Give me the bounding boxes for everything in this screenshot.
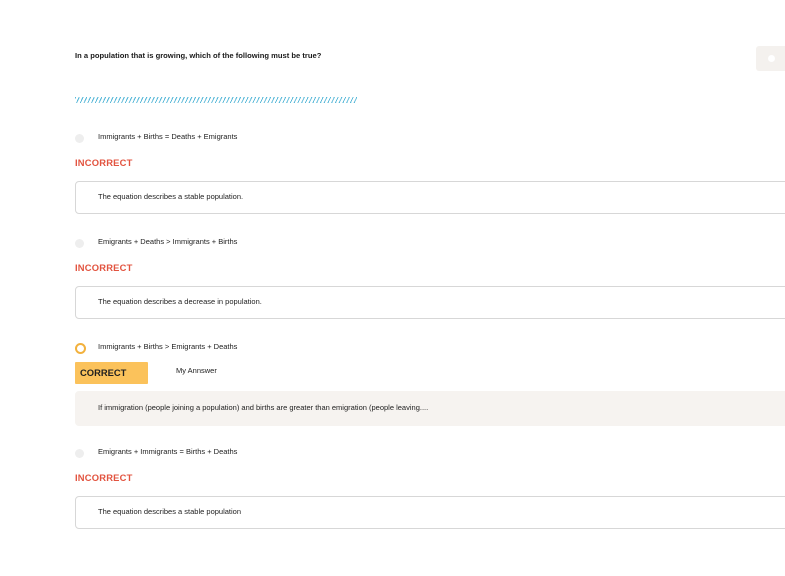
option-label: Immigrants + Births = Deaths + Emigrants	[98, 132, 238, 141]
feedback-box: The equation describes a stable populati…	[75, 496, 785, 529]
incorrect-status: INCORRECT	[75, 472, 133, 483]
feedback-box-correct: If immigration (people joining a populat…	[75, 391, 785, 426]
option-label: Emigrants + Immigrants = Births + Deaths	[98, 447, 238, 456]
incorrect-status: INCORRECT	[75, 157, 133, 168]
option-radio[interactable]	[75, 134, 84, 143]
decorative-stripe-divider	[75, 97, 357, 103]
toggle-dot-icon	[768, 55, 775, 62]
my-answer-tag: My Annswer	[176, 366, 217, 375]
correct-badge: CORRECT	[75, 362, 148, 384]
option-radio[interactable]	[75, 449, 84, 458]
feedback-box: The equation describes a stable populati…	[75, 181, 785, 214]
option-label: Emigrants + Deaths > Immigrants + Births	[98, 237, 238, 246]
feedback-box: The equation describes a decrease in pop…	[75, 286, 785, 319]
option-radio[interactable]	[75, 239, 84, 248]
corner-toggle-button[interactable]	[756, 46, 785, 71]
incorrect-status: INCORRECT	[75, 262, 133, 273]
option-radio-selected[interactable]	[75, 343, 86, 354]
option-label: Immigrants + Births > Emigrants + Deaths	[98, 342, 238, 351]
question-text: In a population that is growing, which o…	[75, 51, 322, 60]
